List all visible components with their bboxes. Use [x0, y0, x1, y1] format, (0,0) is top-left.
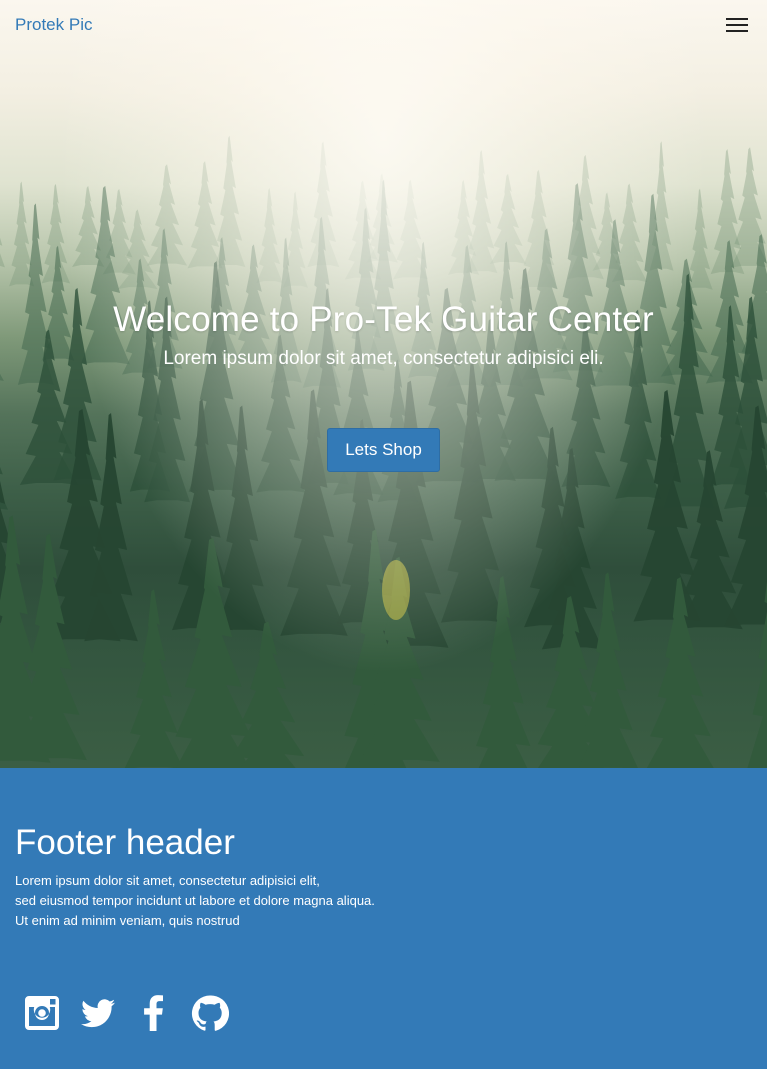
navbar: Protek Pic	[0, 0, 767, 50]
menu-bar	[726, 24, 748, 26]
footer-title: Footer header	[15, 823, 235, 862]
hero-section: Welcome to Pro-Tek Guitar Center Lorem i…	[0, 0, 767, 768]
footer-text: Lorem ipsum dolor sit amet, consectetur …	[15, 871, 752, 931]
navbar-brand[interactable]: Protek Pic	[15, 15, 92, 35]
hamburger-menu-icon[interactable]	[722, 13, 752, 37]
twitter-icon[interactable]	[79, 994, 117, 1032]
footer-text-line: sed eiusmod tempor incidunt ut labore et…	[15, 893, 375, 908]
facebook-icon[interactable]	[135, 994, 173, 1032]
footer: Footer header Lorem ipsum dolor sit amet…	[0, 768, 767, 1069]
social-links	[23, 994, 230, 1032]
hero-content: Welcome to Pro-Tek Guitar Center Lorem i…	[0, 300, 767, 472]
footer-text-line: Lorem ipsum dolor sit amet, consectetur …	[15, 873, 320, 888]
menu-bar	[726, 18, 748, 20]
hero-subtitle: Lorem ipsum dolor sit amet, consectetur …	[163, 348, 604, 369]
footer-text-line: Ut enim ad minim veniam, quis nostrud	[15, 913, 240, 928]
lets-shop-button[interactable]: Lets Shop	[327, 428, 440, 472]
github-icon[interactable]	[191, 994, 230, 1032]
instagram-icon[interactable]	[23, 994, 61, 1032]
menu-bar	[726, 30, 748, 32]
hero-title: Welcome to Pro-Tek Guitar Center	[113, 300, 654, 339]
